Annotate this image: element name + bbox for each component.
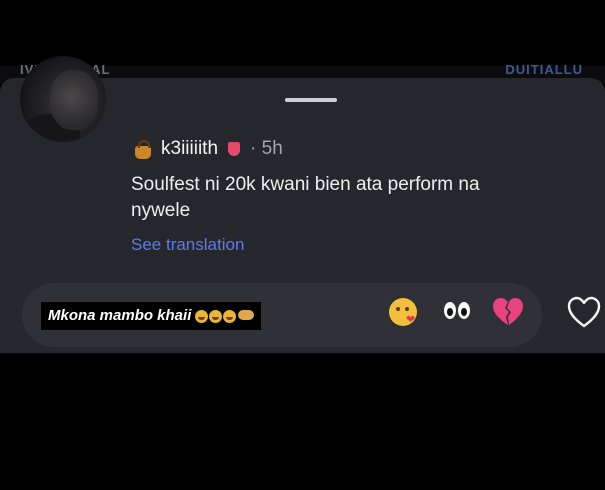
eyes-emoji-button[interactable]: [442, 302, 472, 324]
laughing-emojis-icon: [194, 309, 255, 323]
username[interactable]: k3iiiiith: [161, 138, 218, 160]
drag-handle[interactable]: [285, 98, 337, 102]
comment-text: Soulfest ni 20k kwani bien ata perform n…: [131, 174, 480, 221]
broken-heart-emoji-button[interactable]: [492, 297, 524, 327]
reply-text-overlay: Mkona mambo khaii: [41, 302, 262, 330]
kissing-heart-emoji-button[interactable]: ❤: [389, 298, 417, 326]
heart-outline-icon[interactable]: [567, 296, 601, 330]
money-bag-icon: [133, 138, 153, 160]
avatar[interactable]: [20, 56, 106, 142]
reply-text: Mkona mambo khaii: [48, 307, 192, 324]
tongue-emoji-icon: [226, 140, 242, 158]
timestamp: · 5h: [250, 138, 283, 159]
comment-header: k3iiiiith · 5h: [133, 136, 283, 162]
background-cut-text-right: DUITIALLU: [505, 62, 583, 77]
see-translation-link[interactable]: See translation: [131, 235, 244, 255]
